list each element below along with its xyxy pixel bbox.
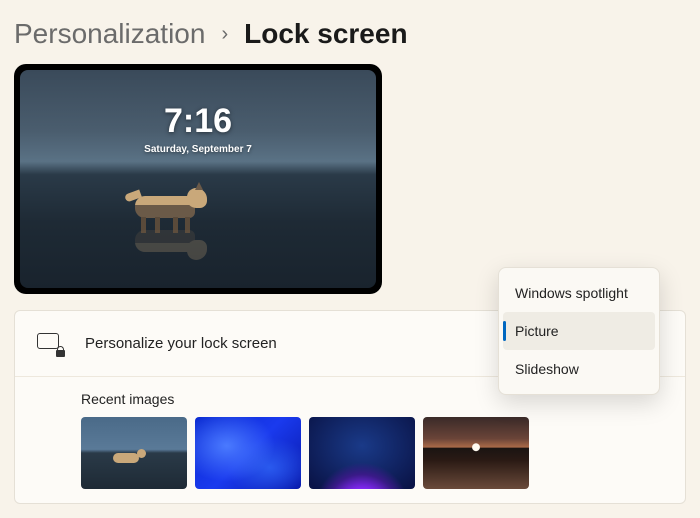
recent-image-thumbnail[interactable] — [309, 417, 415, 489]
breadcrumb-separator-icon: › — [221, 23, 228, 46]
breadcrumb: Personalization › Lock screen — [0, 0, 700, 50]
preview-date: Saturday, September 7 — [144, 144, 252, 155]
recent-images-list — [81, 417, 685, 489]
lockscreen-preview: 7:16 Saturday, September 7 — [14, 64, 382, 294]
recent-images-section: Recent images — [15, 377, 685, 503]
dropdown-option-picture[interactable]: Picture — [503, 312, 655, 350]
lockscreen-preview-image: 7:16 Saturday, September 7 — [20, 70, 376, 288]
recent-image-thumbnail[interactable] — [423, 417, 529, 489]
breadcrumb-parent[interactable]: Personalization — [14, 18, 205, 50]
recent-image-thumbnail[interactable] — [195, 417, 301, 489]
lockscreen-icon — [37, 333, 63, 355]
recent-image-thumbnail[interactable] — [81, 417, 187, 489]
preview-time: 7:16 — [164, 102, 232, 141]
breadcrumb-current: Lock screen — [244, 18, 407, 50]
dropdown-option-spotlight[interactable]: Windows spotlight — [503, 274, 655, 312]
background-source-dropdown: Windows spotlight Picture Slideshow — [498, 267, 660, 395]
preview-reflection-icon — [125, 230, 215, 270]
dropdown-option-slideshow[interactable]: Slideshow — [503, 350, 655, 388]
